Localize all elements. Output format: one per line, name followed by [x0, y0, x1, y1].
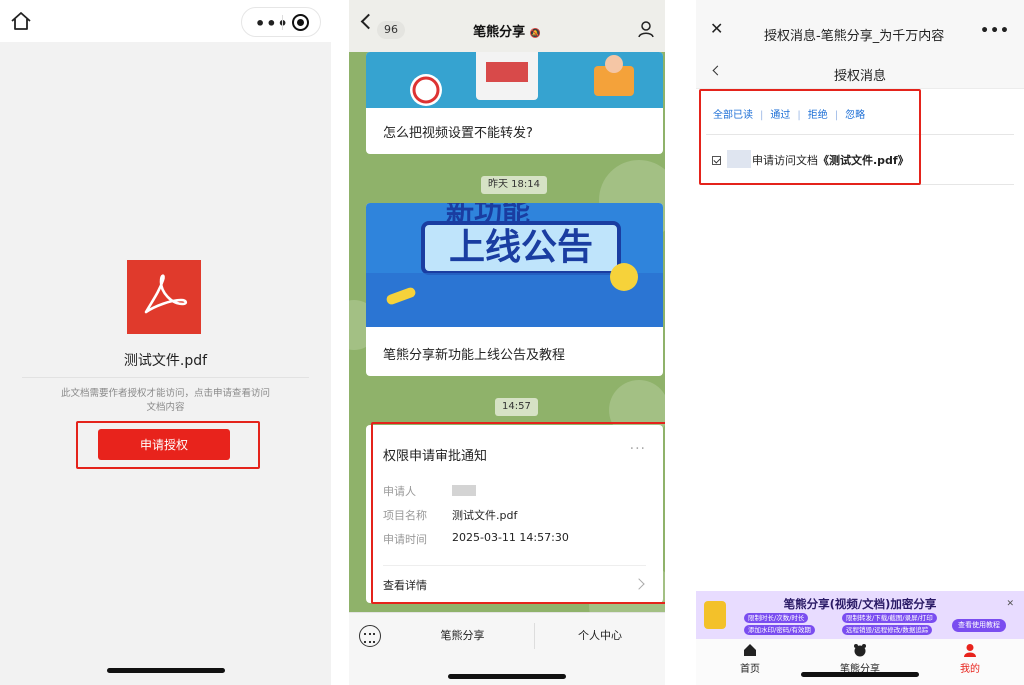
applicant-label: 申请人 [383, 485, 416, 498]
tab-label: 首页 [740, 664, 760, 675]
request-text: 申请访问文档 [752, 154, 818, 167]
home-indicator [106, 668, 225, 673]
promo-chip: 远程销毁/远程修改/数据追踪 [842, 625, 933, 635]
divider [706, 134, 1014, 135]
tab-label: 我的 [960, 664, 980, 675]
more-dots-icon[interactable]: ··· [630, 441, 646, 457]
chat-header: 96 笔熊分享 🔕 [349, 0, 665, 52]
requester-name-blurred [727, 150, 751, 168]
home-icon [744, 644, 756, 656]
divider [383, 565, 646, 566]
official-account-menu-bar: 笔熊分享 个人中心 [349, 612, 665, 685]
target-icon[interactable] [292, 14, 309, 31]
home-indicator [801, 672, 919, 677]
approval-notice-card[interactable]: 权限申请审批通知 ··· 申请人 项目名称 测试文件.pdf 申请时间 2025… [366, 425, 663, 603]
request-authorization-button[interactable]: 申请授权 [98, 429, 230, 460]
time-value: 2025-03-11 14:57:30 [452, 531, 569, 544]
pdf-file-icon [127, 260, 201, 334]
bear-icon [854, 644, 866, 657]
request-doc-name: 《测试文件.pdf》 [818, 154, 909, 167]
mini-program-nav-bar: ••• [0, 0, 331, 42]
capsule-divider [282, 15, 283, 30]
tab-share[interactable]: 笔熊分享 [820, 643, 900, 675]
approve-link[interactable]: 通过 [770, 110, 790, 121]
user-icon [964, 644, 976, 657]
page-title: 授权消息 [833, 69, 886, 84]
page-header: 授权消息 [696, 56, 1024, 89]
promo-chip: 限制转发/下载/截图/录屏/打印 [842, 613, 937, 623]
article-banner-image [366, 52, 663, 108]
access-hint: 此文档需要作者授权才能访问，点击申请查看访问文档内容 [60, 388, 270, 413]
timestamp: 昨天 18:14 [481, 176, 547, 194]
article-card[interactable]: 怎么把视频设置不能转发? [366, 52, 663, 154]
file-name: 测试文件.pdf [123, 353, 208, 369]
window-title: 授权消息-笔熊分享_为千万内容 [764, 29, 945, 44]
ignore-link[interactable]: 忽略 [845, 110, 865, 121]
promo-banner[interactable]: 笔熊分享(视频/文档)加密分享 限制时长/次数/时长 限制转发/下载/截图/录屏… [696, 591, 1024, 639]
home-icon[interactable] [10, 11, 32, 31]
project-label: 项目名称 [383, 509, 427, 522]
article-title: 笔熊分享新功能上线公告及教程 [383, 348, 566, 363]
view-details-link[interactable]: 查看详情 [383, 577, 427, 593]
more-dots-icon[interactable]: ••• [980, 23, 1010, 39]
more-dots-icon[interactable]: ••• [255, 14, 289, 33]
message-action-bar: 全部已读 | 通过 | 拒绝 | 忽略 [713, 110, 866, 121]
request-message[interactable]: 申请访问文档《测试文件.pdf》 [752, 152, 909, 168]
divider [22, 377, 309, 378]
applicant-value-blurred [452, 485, 476, 496]
phone-authorization-messages: ✕ 授权消息-笔熊分享_为千万内容 ••• 授权消息 全部已读 | 通过 | 拒绝 | 忽略… [696, 0, 1024, 685]
message-checkbox[interactable] [712, 156, 721, 165]
mark-all-read-link[interactable]: 全部已读 [713, 110, 753, 121]
timestamp: 14:57 [495, 398, 538, 416]
tab-home[interactable]: 首页 [710, 643, 790, 675]
time-label: 申请时间 [383, 533, 427, 546]
article-card[interactable]: 新功能 上线公告 笔熊分享新功能上线公告及教程 [366, 203, 663, 376]
phone-official-account-chat: 96 笔熊分享 🔕 怎么把视频设置不能转发? 昨天 18:14 新功能 上线公告 [349, 0, 665, 685]
chat-title-text: 笔熊分享 [473, 25, 526, 40]
promo-chip: 限制时长/次数/时长 [744, 613, 809, 623]
menu-item-share[interactable]: 笔熊分享 [391, 613, 534, 659]
menu-item-personal-center[interactable]: 个人中心 [535, 613, 665, 659]
reject-link[interactable]: 拒绝 [808, 110, 828, 121]
promo-chip: 添加水印/密码/有效期 [744, 625, 815, 635]
profile-icon[interactable] [637, 20, 655, 42]
divider [706, 184, 1014, 185]
close-icon[interactable]: ✕ [710, 21, 723, 37]
chevron-right-icon [633, 578, 645, 590]
mute-bell-icon: 🔕 [529, 29, 541, 39]
phone-doc-access: ••• 测试文件.pdf 此文档需要作者授权才能访问，点击申请查看访问文档内容 … [0, 0, 331, 685]
notice-title: 权限申请审批通知 [383, 449, 488, 464]
tab-mine[interactable]: 我的 [930, 643, 1010, 675]
project-value: 测试文件.pdf [452, 509, 518, 522]
promo-title: 笔熊分享(视频/文档)加密分享 [783, 597, 937, 611]
highlight-box-request [699, 89, 921, 185]
bottom-tab-bar: 首页 笔熊分享 我的 [696, 639, 1024, 685]
keyboard-icon[interactable] [359, 625, 381, 647]
home-indicator [448, 674, 566, 679]
article-title: 怎么把视频设置不能转发? [383, 126, 533, 141]
announcement-banner-image: 新功能 上线公告 [366, 203, 663, 327]
window-title-bar: ✕ 授权消息-笔熊分享_为千万内容 ••• [696, 0, 1024, 56]
close-icon[interactable]: ✕ [1006, 599, 1014, 609]
chat-title: 笔熊分享 🔕 [349, 21, 665, 40]
mini-program-capsule: ••• [241, 7, 321, 37]
view-tutorial-button[interactable]: 查看使用教程 [952, 619, 1006, 632]
